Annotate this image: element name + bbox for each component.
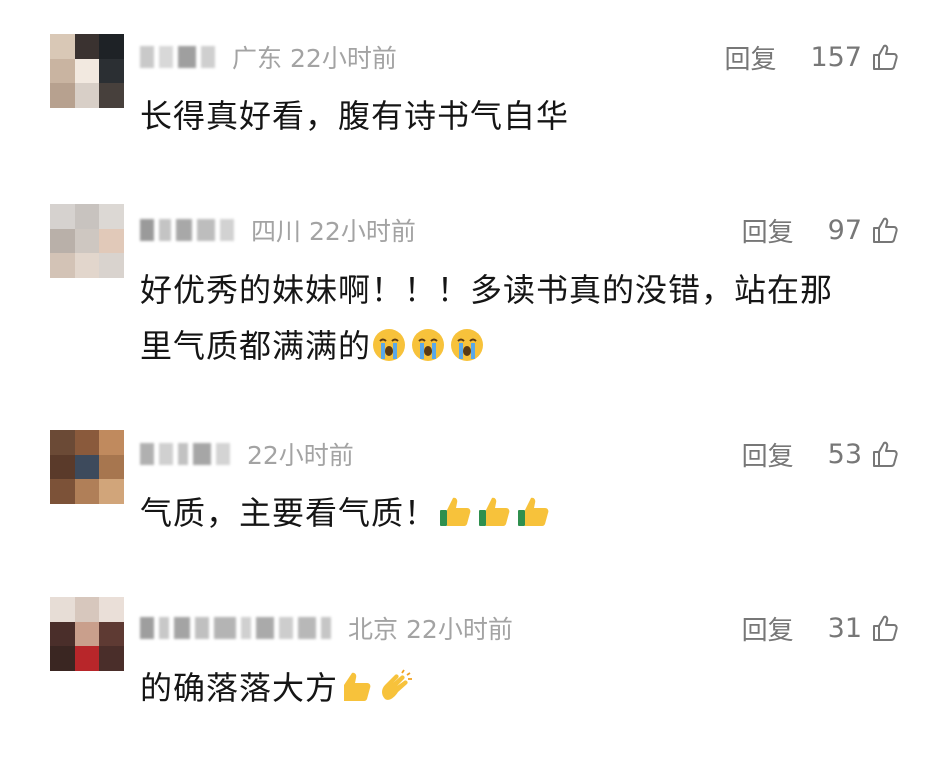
reply-button[interactable]: 回复 [742,610,794,647]
crying-face-emoji [451,329,484,361]
avatar[interactable] [50,34,124,108]
like-count: 157 [810,41,862,73]
crying-face-emoji [373,329,406,361]
location-label: 北京 [348,615,399,644]
avatar[interactable] [50,204,124,278]
username-blurred[interactable] [140,613,336,643]
username-blurred[interactable] [140,42,220,72]
comment-text: 好优秀的妹妹啊！！！多读书真的没错，站在那 里气质都满满的 [140,262,900,374]
reply-button[interactable]: 回复 [742,436,794,473]
thumbs-up-icon[interactable] [870,613,900,643]
thumbs-up-icon[interactable] [870,42,900,72]
comment-meta: 四川 22小时前 回复 97 [140,210,900,250]
clapping-hands-emoji [382,669,413,700]
comment-meta: 22小时前 回复 53 [140,434,900,474]
thumbs-up-emoji [440,497,471,526]
reply-button[interactable]: 回复 [724,39,776,76]
comment-text-line: 里气质都满满的 [140,318,900,374]
thumbs-up-emoji [479,497,510,526]
comment-text: 气质，主要看气质！ [140,485,900,541]
thumbs-up-emoji [344,672,371,701]
username-blurred[interactable] [140,439,235,469]
thumbs-up-icon[interactable] [870,215,900,245]
comment-text-content: 的确落落大方 [140,669,339,707]
comment-text: 长得真好看，腹有诗书气自华 [140,88,900,144]
comment-meta: 北京 22小时前 回复 31 [140,608,900,648]
like-count: 97 [827,214,862,246]
timestamp: 22小时前 [406,615,513,644]
comment-text: 的确落落大方 [140,660,900,716]
avatar[interactable] [50,430,124,504]
timestamp: 22小时前 [247,441,354,470]
crying-face-emoji [412,329,445,361]
thumbs-up-icon[interactable] [870,439,900,469]
reply-button[interactable]: 回复 [742,212,794,249]
avatar[interactable] [50,597,124,671]
location-label: 广东 [232,44,283,73]
comment-text-line: 好优秀的妹妹啊！！！多读书真的没错，站在那 [140,271,834,309]
timestamp: 22小时前 [309,217,416,246]
location-label: 四川 [251,217,302,246]
comment-text-content: 长得真好看，腹有诗书气自华 [140,97,570,135]
comment-meta: 广东 22小时前 回复 157 [140,37,900,77]
like-count: 53 [827,438,862,470]
like-count: 31 [827,612,862,644]
thumbs-up-emoji [518,497,549,526]
timestamp: 22小时前 [290,44,397,73]
username-blurred[interactable] [140,215,239,245]
comment-text-content: 里气质都满满的 [140,327,372,365]
comment-text-content: 气质，主要看气质！ [140,494,438,532]
